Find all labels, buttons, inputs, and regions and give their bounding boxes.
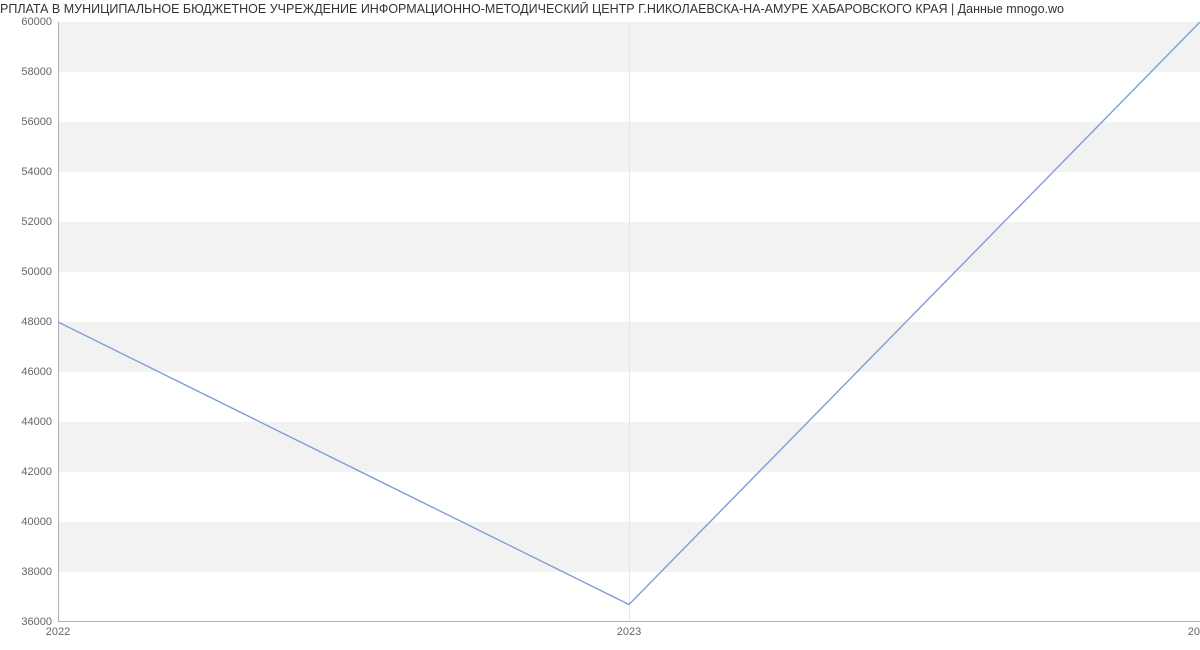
x-tick-label: 2024 — [1188, 626, 1200, 638]
y-tick-label: 54000 — [21, 166, 52, 178]
y-tick-label: 38000 — [21, 566, 52, 578]
y-tick-label: 56000 — [21, 116, 52, 128]
y-tick-label: 40000 — [21, 516, 52, 528]
y-tick-label: 52000 — [21, 216, 52, 228]
y-tick-label: 46000 — [21, 366, 52, 378]
y-tick-label: 58000 — [21, 66, 52, 78]
y-tick-label: 44000 — [21, 416, 52, 428]
y-tick-label: 60000 — [21, 16, 52, 28]
x-tick-label: 2023 — [617, 626, 641, 638]
data-line — [58, 22, 1200, 622]
chart-title: РПЛАТА В МУНИЦИПАЛЬНОЕ БЮДЖЕТНОЕ УЧРЕЖДЕ… — [0, 2, 1200, 16]
y-tick-label: 48000 — [21, 316, 52, 328]
y-tick-label: 50000 — [21, 266, 52, 278]
x-tick-label: 2022 — [46, 626, 70, 638]
y-tick-label: 42000 — [21, 466, 52, 478]
plot-area — [58, 22, 1200, 622]
